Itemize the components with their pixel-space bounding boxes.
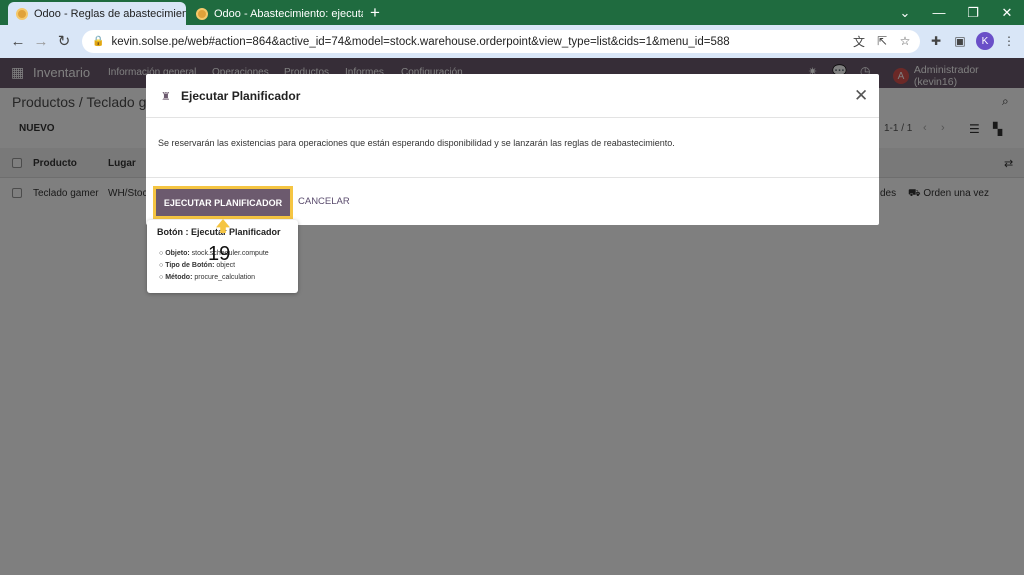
run-scheduler-dialog: ♜ Ejecutar Planificador ✕ Se reservarán … [146, 74, 879, 225]
translate-icon[interactable]: 文 [850, 32, 868, 50]
inventory-icon: ♜ [161, 91, 171, 103]
tooltip-title: Botón : Ejecutar Planificador [157, 227, 281, 237]
extensions-icon[interactable]: ✚ [927, 32, 945, 50]
new-tab-icon[interactable]: + [370, 3, 380, 23]
lock-icon: 🔒 [92, 36, 105, 47]
tab-search-icon[interactable]: ⌄ [888, 0, 922, 25]
tab-title: Odoo - Abastecimiento: ejecutar [214, 7, 363, 20]
address-bar[interactable]: 🔒 kevin.solse.pe/web#action=864&active_i… [82, 30, 920, 53]
tooltip-method-value: procure_calculation [194, 274, 256, 281]
dialog-body-text: Se reservarán las existencias para opera… [158, 138, 675, 148]
cancel-button[interactable]: CANCELAR [298, 196, 350, 207]
bookmark-star-icon[interactable]: ☆ [896, 32, 914, 50]
tooltip-object-label: Objeto: [165, 250, 190, 257]
tooltip-method: ○ Método: procure_calculation [159, 274, 256, 281]
odoo-favicon-icon [196, 7, 208, 20]
reload-icon[interactable]: ↻ [54, 31, 74, 51]
profile-avatar[interactable]: K [976, 32, 994, 50]
browser-tab-active[interactable]: Odoo - Reglas de abastecimiento ✕ [8, 2, 186, 25]
dialog-footer-divider [146, 177, 879, 178]
back-icon[interactable]: ← [8, 31, 28, 51]
tab-title: Odoo - Reglas de abastecimiento [34, 7, 186, 20]
window-close-icon[interactable]: ✕ [990, 0, 1024, 25]
tooltip-method-label: Método: [165, 274, 193, 281]
forward-icon[interactable]: → [31, 31, 51, 51]
url-text: kevin.solse.pe/web#action=864&active_id=… [111, 35, 730, 48]
close-icon[interactable]: ✕ [854, 86, 868, 106]
run-scheduler-button[interactable]: EJECUTAR PLANIFICADOR [153, 186, 293, 219]
odoo-favicon-icon [16, 7, 28, 20]
minimize-icon[interactable]: — [922, 0, 956, 25]
browser-tab[interactable]: Odoo - Abastecimiento: ejecutar ✕ [188, 2, 363, 25]
browser-menu-icon[interactable]: ⋮ [1000, 32, 1018, 50]
dialog-title: Ejecutar Planificador [181, 89, 301, 103]
step-number: 19 [208, 243, 231, 265]
side-panel-icon[interactable]: ▣ [951, 32, 969, 50]
share-icon[interactable]: ⇱ [873, 32, 891, 50]
restore-icon[interactable]: ❐ [956, 0, 990, 25]
